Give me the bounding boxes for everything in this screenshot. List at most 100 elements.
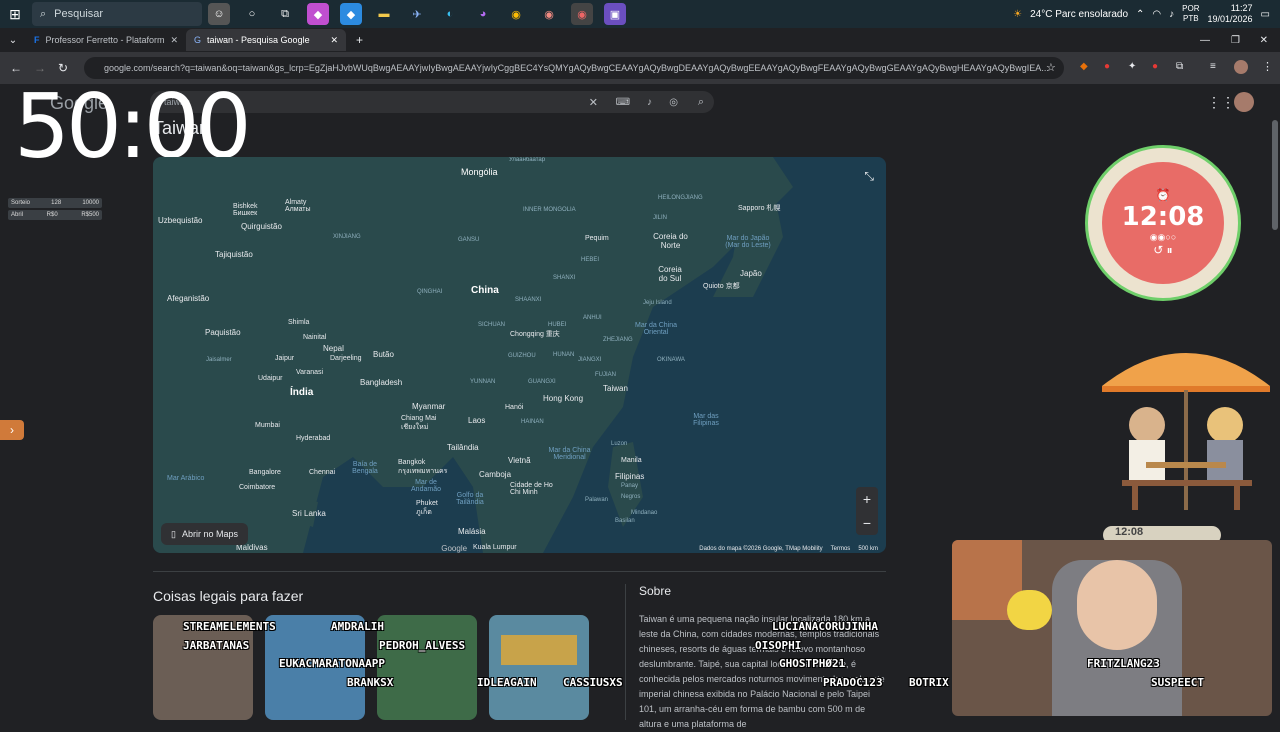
gate-image (501, 635, 577, 665)
circle-app-icon[interactable]: ○ (241, 3, 263, 25)
alarm-clock-icon: ⏰ (1155, 188, 1171, 202)
map-region-label: FUJIAN (595, 372, 616, 378)
weather-icon: ☀ (1013, 8, 1023, 20)
volume-icon[interactable]: ♪ (1169, 9, 1174, 20)
tab-google-search[interactable]: G taiwan - Pesquisa Google ✕ (186, 29, 346, 51)
minimize-icon[interactable]: — (1200, 35, 1210, 46)
notification-icon[interactable]: ▭ (1261, 9, 1270, 20)
file-explorer-icon[interactable]: ▬ (373, 3, 395, 25)
map-region-label: GUANGXI (528, 379, 556, 385)
back-icon[interactable]: ← (10, 61, 22, 75)
map-city-label: Phuket ภูเก็ต (416, 500, 438, 516)
wifi-icon[interactable]: ◠ (1152, 9, 1161, 20)
map-city-label: Udaipur (258, 375, 283, 382)
map-country-label: Coreia do Norte (653, 232, 688, 250)
map-country-label: Tailândia (447, 443, 479, 452)
fullscreen-collapse-icon[interactable]: ⤡ (864, 169, 874, 184)
open-in-maps-button[interactable]: ▯ Abrir no Maps (161, 523, 248, 545)
map-water-label: Mar das Filipinas (693, 413, 719, 427)
lens-icon[interactable]: ◎ (669, 97, 678, 108)
google-favicon-icon: G (194, 35, 202, 45)
search-icon[interactable]: ⌕ (698, 96, 704, 109)
map-scale: 500 km (858, 546, 878, 552)
language-indicator[interactable]: POR PTB (1182, 4, 1199, 24)
map-region-label: HUBEI (548, 322, 567, 328)
map-region-label: HAINAN (521, 419, 544, 425)
map-region-label: Negros (621, 494, 641, 500)
obs-icon[interactable]: ◉ (571, 3, 593, 25)
map-city-label: Mumbai (255, 422, 280, 429)
weather-text[interactable]: 24°C Parc ensolarado (1030, 9, 1128, 20)
steam-icon[interactable]: ✈ (406, 3, 428, 25)
map-terms-link[interactable]: Termos (831, 546, 851, 552)
map-region-label: Panay (621, 483, 639, 489)
extensions-puzzle-icon[interactable]: ⧉ (1176, 61, 1183, 72)
map-city-label: Varanasi (296, 369, 324, 376)
chat-nick: EUKACMARATONAAPP (279, 657, 385, 670)
extension-red-icon[interactable]: ● (1104, 61, 1110, 72)
stats-row: Sorteio 128 10000 (8, 198, 102, 208)
map-country-label: Myanmar (412, 402, 446, 411)
app2-icon[interactable]: ◉ (538, 3, 560, 25)
map-region-label: JILIN (653, 215, 668, 221)
menu-kebab-icon[interactable]: ⋮ (1262, 60, 1273, 73)
app-icon[interactable]: ◆ (340, 3, 362, 25)
extension-icon[interactable]: ✦ (1128, 61, 1136, 72)
chevron-up-icon[interactable]: ⌃ (1136, 9, 1144, 20)
close-window-icon[interactable]: ✕ (1260, 35, 1268, 46)
zoom-in-icon[interactable]: + (863, 491, 871, 507)
google-account-avatar[interactable] (1234, 92, 1254, 112)
mic-icon[interactable]: ♪ (647, 97, 652, 108)
map-region-label: GANSU (458, 237, 480, 243)
page-scrollbar[interactable] (1272, 120, 1278, 230)
chat-nick: SUSPEECT (1151, 676, 1204, 689)
attraction-card[interactable] (489, 615, 589, 720)
maximize-icon[interactable]: ❐ (1231, 35, 1240, 46)
keyboard-icon[interactable]: ⌨ (616, 97, 630, 108)
close-tab-icon[interactable]: ✕ (170, 35, 178, 46)
clear-icon[interactable]: ✕ (589, 96, 598, 109)
tab-search-chevron-icon[interactable]: ⌄ (0, 35, 26, 46)
side-panel-toggle-chevron-icon[interactable]: › (0, 420, 24, 440)
apps-grid-icon[interactable]: ⋮⋮ (1207, 94, 1235, 111)
forward-icon[interactable]: → (34, 61, 46, 75)
map-region-label: ANHUI (583, 315, 602, 321)
zoom-out-icon[interactable]: − (863, 515, 871, 531)
clock[interactable]: 11:27 19/01/2026 (1208, 3, 1253, 25)
tab-ferretto[interactable]: F Professor Ferretto - Plataforma ✕ (26, 29, 186, 51)
profile-avatar[interactable] (1234, 60, 1248, 74)
map-city-label: Shimla (288, 319, 310, 326)
extension-fox-icon[interactable]: ◆ (1080, 61, 1088, 72)
stats-goal: R$500 (81, 212, 99, 218)
chrome-icon[interactable]: ◉ (505, 3, 527, 25)
edge-icon[interactable]: ◐ (439, 3, 461, 25)
chat-nick: PRADOC123 (823, 676, 883, 689)
map-city-label: Bishkek Бишкек (233, 203, 258, 217)
cafe-illustration (1102, 340, 1270, 520)
bookmark-star-icon[interactable]: ☆ (1046, 61, 1056, 74)
taskbar-search[interactable]: ⌕ Pesquisar (32, 2, 202, 26)
map-country-label: Vietnã (508, 456, 531, 465)
umbrella-scene-svg (1102, 353, 1270, 510)
new-tab-icon[interactable]: + (356, 33, 363, 47)
media-icon[interactable]: ≡ (1210, 61, 1216, 72)
reload-icon[interactable]: ↻ (58, 61, 68, 75)
close-tab-icon[interactable]: ✕ (330, 35, 338, 46)
stream-app-icon[interactable]: ▣ (604, 3, 626, 25)
tab-label: Professor Ferretto - Plataforma (45, 35, 165, 45)
ferretto-favicon-icon: F (34, 35, 40, 45)
user-avatar-icon[interactable]: ☺ (208, 3, 230, 25)
map-region-label: YUNNAN (470, 379, 496, 385)
attraction-card[interactable] (377, 615, 477, 720)
discord-icon[interactable]: ◕ (472, 3, 494, 25)
chat-nick: JARBATANAS (183, 639, 250, 652)
copilot-icon[interactable]: ◆ (307, 3, 329, 25)
map-attribution: Google Dados do mapa ©2026 Google, TMap … (441, 544, 878, 553)
map-region-label: HEILONGJIANG (658, 195, 703, 201)
extension-stop-icon[interactable]: ● (1152, 61, 1158, 72)
map-widget[interactable]: Mongólia China Índia Japão Coreia do Nor… (153, 157, 886, 553)
map-city-label: Chennai (309, 469, 336, 476)
task-view-icon[interactable]: ⧉ (274, 3, 296, 25)
windows-start-icon[interactable]: ⊞ (0, 0, 30, 28)
browser-tab-bar: ⌄ F Professor Ferretto - Plataforma ✕ G … (0, 28, 1280, 52)
